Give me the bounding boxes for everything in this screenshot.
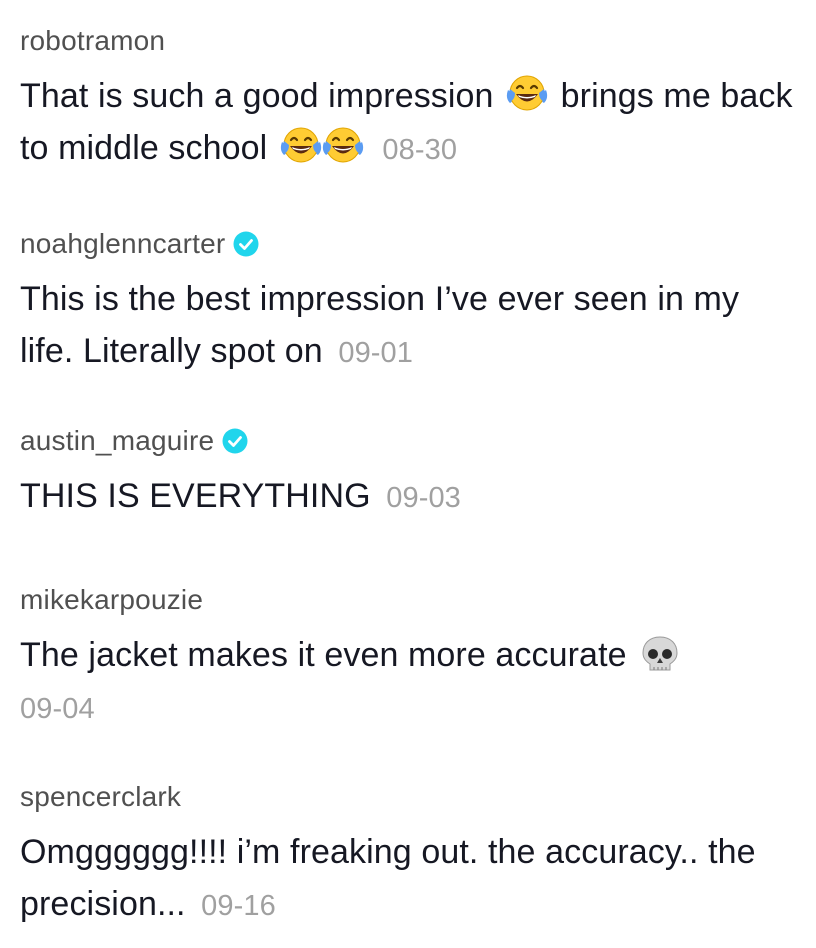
verified-badge-icon	[222, 428, 248, 454]
comment-username[interactable]: spencerclark	[20, 780, 800, 814]
comment-list: robotramon That is such a good impressio…	[0, 0, 816, 948]
comment-username[interactable]: austin_maguire	[20, 424, 800, 458]
joy-emoji-icon	[279, 125, 323, 165]
joy-emoji-icon	[321, 125, 365, 165]
comment-username[interactable]: robotramon	[20, 24, 800, 58]
skull-emoji-icon	[639, 634, 681, 674]
username-text[interactable]: austin_maguire	[20, 424, 214, 458]
comment-date: 09-16	[201, 890, 276, 922]
username-text[interactable]: noahglenncarter	[20, 227, 225, 261]
comment-date: 08-30	[382, 134, 458, 166]
comment-username[interactable]: noahglenncarter	[20, 227, 800, 261]
comment-text: THIS IS EVERYTHING 09-03	[20, 470, 800, 524]
comment-item: austin_maguire THIS IS EVERYTHING 09-03	[20, 424, 800, 524]
comment-item: robotramon That is such a good impressio…	[20, 24, 800, 176]
comment-text: This is the best impression I’ve ever se…	[20, 273, 800, 379]
comment-text: That is such a good impression brings me…	[20, 70, 800, 176]
comment-item: spencerclark Omgggggg!!!! i’m freaking o…	[20, 780, 800, 932]
username-text[interactable]: mikekarpouzie	[20, 583, 203, 617]
comment-text-body: THIS IS EVERYTHING	[20, 477, 371, 515]
verified-badge-icon	[233, 231, 259, 257]
comment-item: mikekarpouzie The jacket makes it even m…	[20, 583, 800, 735]
comment-text-body: Omgggggg!!!! i’m freaking out. the accur…	[20, 833, 756, 923]
username-text[interactable]: spencerclark	[20, 780, 181, 814]
comment-text-part1: That is such a good impression	[20, 77, 494, 115]
comment-date: 09-04	[20, 693, 95, 725]
username-text[interactable]: robotramon	[20, 24, 165, 58]
comment-date: 09-01	[338, 337, 414, 369]
comment-item: noahglenncarter This is the best impress…	[20, 227, 800, 379]
comment-text: The jacket makes it even more accurate 0…	[20, 629, 800, 735]
joy-emoji-icon	[505, 73, 549, 113]
comment-username[interactable]: mikekarpouzie	[20, 583, 800, 617]
comment-text-body: The jacket makes it even more accurate	[20, 636, 627, 674]
comment-text: Omgggggg!!!! i’m freaking out. the accur…	[20, 826, 800, 932]
comment-date: 09-03	[386, 482, 461, 514]
